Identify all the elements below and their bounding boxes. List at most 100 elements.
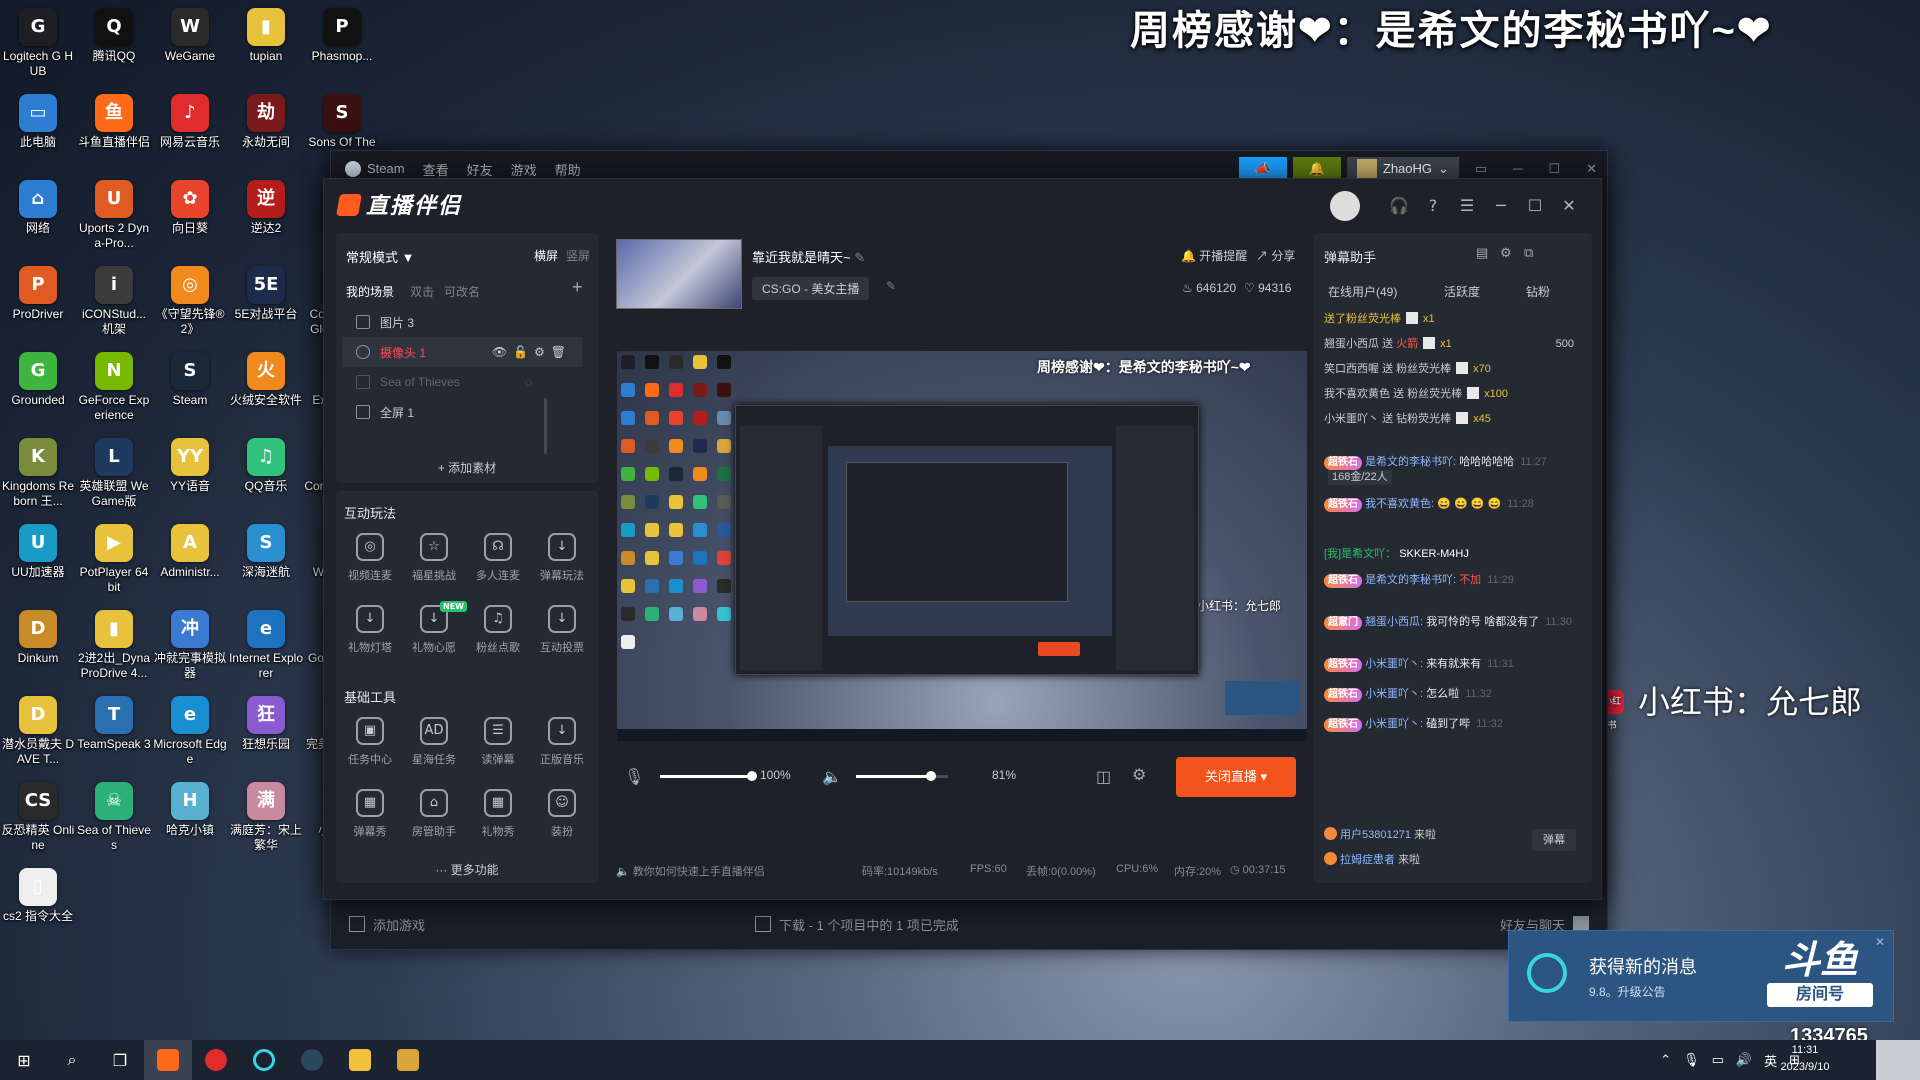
downloads-status[interactable]: 下载 - 1 个项目中的 1 项已完成 (755, 915, 959, 934)
join-user[interactable]: 拉姆症患者 (1340, 854, 1395, 866)
microphone-icon[interactable]: 🎙 (624, 767, 644, 787)
tool-app-basic_tools-4[interactable]: ▦ 弹幕秀 (338, 789, 402, 839)
tool-app-basic_tools-6[interactable]: ▦ 礼物秀 (466, 789, 530, 839)
danmu-message[interactable]: 超铁石 小米噩吖丶: 磕到了哔 11:32 (1324, 717, 1574, 732)
desktop-icon[interactable]: G Logitech G HUB (0, 4, 76, 90)
desktop-icon[interactable]: D 潜水员戴夫 DAVE T... (0, 692, 76, 778)
popout-icon[interactable]: ⧉ (1524, 245, 1533, 261)
tab-activity[interactable]: 活跃度 (1444, 283, 1480, 300)
close-icon[interactable]: ✕ (1558, 195, 1580, 217)
steam-menu-view[interactable]: 查看 (423, 160, 449, 179)
gift-user[interactable]: 我不喜欢黄色 (1324, 388, 1390, 400)
mic-volume-slider[interactable] (660, 771, 757, 781)
stream-cover-thumbnail[interactable] (616, 239, 742, 309)
taskbar-explorer[interactable] (336, 1040, 384, 1080)
steam-menu-games[interactable]: 游戏 (511, 160, 537, 179)
menu-icon[interactable]: ☰ (1456, 195, 1478, 217)
close-icon[interactable]: ✕ (1875, 935, 1885, 949)
desktop-icon[interactable]: CS 反恐精英 Online (0, 778, 76, 864)
desktop-icon[interactable]: YY YY语音 (152, 434, 228, 520)
danmu-user[interactable]: [我]是希文吖： (1324, 548, 1396, 560)
desktop-icon[interactable]: U Uports 2 Dyna-Pro... (76, 176, 152, 262)
tool-app-basic_tools-3[interactable]: ↓ 正版音乐 (530, 717, 594, 767)
source-actions[interactable]: 👁🔓⚙🗑 (492, 345, 572, 359)
desktop-icon[interactable]: S Steam (152, 348, 228, 434)
desktop-icon[interactable]: ◎ 《守望先锋® 2》 (152, 262, 228, 348)
add-source-button[interactable]: + 添加素材 (336, 459, 598, 476)
settings-icon[interactable]: ⚙ (1500, 245, 1512, 261)
settings-icon[interactable]: ⚙ (534, 345, 551, 359)
desktop-icon[interactable]: U UU加速器 (0, 520, 76, 606)
desktop-icon[interactable]: N GeForce Experience (76, 348, 152, 434)
danmu-message[interactable]: [我]是希文吖： SKKER-M4HJ (1324, 547, 1574, 562)
desktop-icon[interactable]: i iCONStud... 机架 (76, 262, 152, 348)
desktop-icon[interactable]: S 深海迷航 (228, 520, 304, 606)
stream-title[interactable]: 靠近我就是晴天~ ✎ (752, 247, 865, 266)
taskbar-live-companion[interactable] (144, 1040, 192, 1080)
share-button[interactable]: ↗ 分享 (1256, 247, 1295, 264)
desktop-icon[interactable]: e Internet Explorer (228, 606, 304, 692)
tool-app-interactive_tools-1[interactable]: ☆ 福星挑战 (402, 533, 466, 583)
taskbar-steam[interactable] (288, 1040, 336, 1080)
desktop-icon[interactable]: D Dinkum (0, 606, 76, 692)
desktop-icon[interactable]: 火火绒安全软件 (228, 348, 304, 434)
scrollbar[interactable] (544, 398, 547, 454)
orient-landscape[interactable]: 横屏 (534, 247, 558, 264)
minimize-icon[interactable]: ─ (1490, 195, 1512, 217)
edit-icon[interactable]: ✎ (854, 250, 865, 265)
clock[interactable]: 11:31 2023/9/10 (1760, 1042, 1850, 1076)
steam-menu-steam[interactable]: Steam (345, 161, 405, 178)
start-button[interactable]: ⊞ (0, 1040, 48, 1080)
eye-icon[interactable]: 👁 (492, 345, 513, 359)
gift-user[interactable]: 笑口西西喔 (1324, 363, 1379, 375)
add-game-button[interactable]: 添加游戏 (349, 915, 425, 934)
more-features-button[interactable]: ··· 更多功能 (336, 861, 598, 878)
desktop-icon[interactable]: ♪ 网易云音乐 (152, 90, 228, 176)
desktop-icon[interactable]: 逆逆达2 (228, 176, 304, 262)
maximize-icon[interactable]: ☐ (1524, 195, 1546, 217)
search-button[interactable]: ⌕ (48, 1040, 96, 1080)
tool-app-basic_tools-0[interactable]: ▣ 任务中心 (338, 717, 402, 767)
danmu-message[interactable]: 超意门 翘蛋小西瓜: 我可怜的号 啥都没有了 11:30 (1324, 615, 1574, 630)
danmu-user[interactable]: 小米噩吖丶: (1365, 658, 1423, 670)
tab-online-users[interactable]: 在线用户(49) (1328, 283, 1397, 300)
stop-live-button[interactable]: 关闭直播 ▾ (1176, 757, 1296, 797)
desktop-icon[interactable]: ▯ cs2 指令大全 (0, 864, 76, 950)
chevron-up-icon[interactable]: ⌃ (1660, 1053, 1671, 1068)
tool-app-interactive_tools-4[interactable]: ↓ 礼物灯塔 (338, 605, 402, 655)
hidden-eye-icon[interactable]: ◌ (525, 375, 532, 389)
help-icon[interactable]: ? (1422, 195, 1444, 217)
desktop-icon[interactable]: A Administr... (152, 520, 228, 606)
taskbar-game[interactable] (384, 1040, 432, 1080)
category-tag[interactable]: CS:GO - 美女主播 (752, 277, 870, 300)
desktop-icon[interactable]: 冲冲就完事模拟器 (152, 606, 228, 692)
camera-icon[interactable]: ◫ (1096, 767, 1111, 787)
danmu-user[interactable]: 是希文的李秘书吖: (1365, 456, 1456, 468)
danmu-user[interactable]: 小米噩吖丶: (1365, 688, 1423, 700)
desktop-icon[interactable]: ✿ 向日葵 (152, 176, 228, 262)
desktop-icon[interactable]: ▮ 2进2出_Dyna ProDrive 4... (76, 606, 152, 692)
desktop-icon[interactable]: ▶ PotPlayer 64 bit (76, 520, 152, 606)
danmu-message[interactable]: 超铁石 我不喜欢黄色: 😄 😄 😄 😄 11:28 (1324, 497, 1574, 512)
mic-volume-knob[interactable] (747, 771, 757, 781)
gift-user[interactable]: 小米噩吖丶 (1324, 413, 1379, 425)
delete-icon[interactable]: 🗑 (551, 345, 572, 359)
desktop-icon[interactable]: 鱼斗鱼直播伴侣 (76, 90, 152, 176)
desktop-icon[interactable]: ▭ 此电脑 (0, 90, 76, 176)
taskbar-netease-music[interactable] (192, 1040, 240, 1080)
notification-toast[interactable]: 获得新的消息 9.8。升级公告 斗鱼 房间号 ✕ (1508, 930, 1894, 1022)
join-user[interactable]: 用户53801271 (1340, 829, 1411, 841)
danmu-message[interactable]: 超铁石 小米噩吖丶: 来有就来有 11:31 (1324, 657, 1574, 672)
tool-app-basic_tools-2[interactable]: ☰ 读弹幕 (466, 717, 530, 767)
tab-my-scenes[interactable]: 我的场景 (346, 283, 394, 300)
desktop-icon[interactable]: P ProDriver (0, 262, 76, 348)
add-scene-icon[interactable]: + (572, 277, 583, 298)
avatar[interactable] (1330, 191, 1360, 221)
desktop-icon[interactable]: e Microsoft Edge (152, 692, 228, 778)
network-icon[interactable]: ▭ (1712, 1053, 1724, 1068)
microphone-tray-icon[interactable]: 🎙 (1683, 1053, 1700, 1068)
desktop-icon[interactable]: K Kingdoms Reborn 王... (0, 434, 76, 520)
gift-user[interactable]: 翘蛋小西瓜 (1324, 338, 1379, 350)
orient-portrait[interactable]: 竖屏 (566, 247, 590, 264)
lock-icon[interactable]: 🔓 (513, 345, 534, 359)
